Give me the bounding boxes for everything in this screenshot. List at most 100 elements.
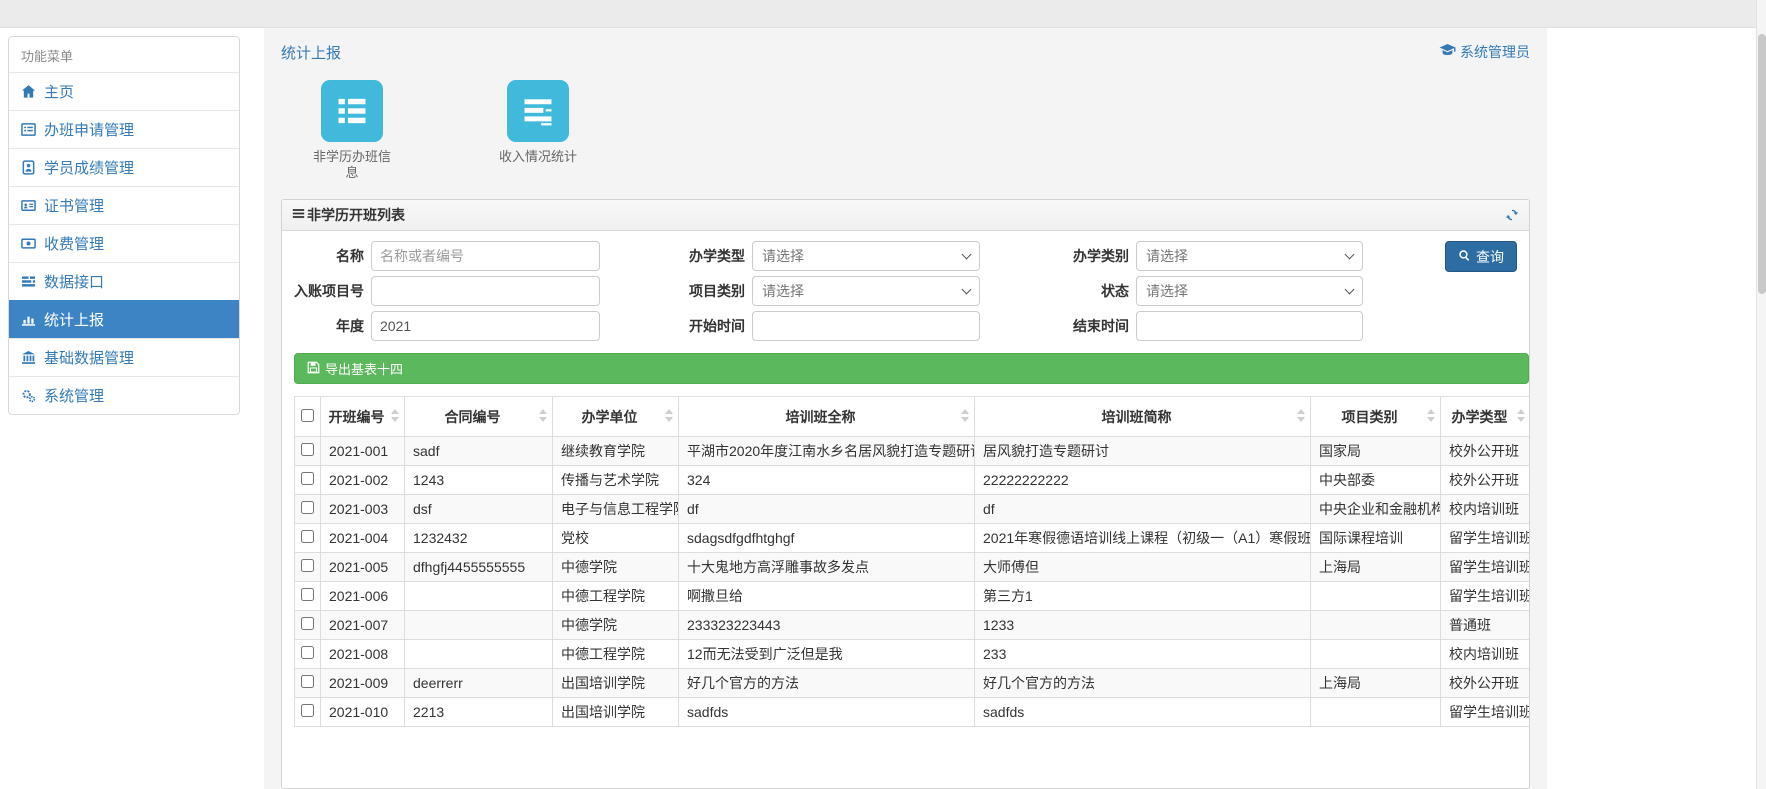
row-checkbox[interactable] xyxy=(301,704,314,717)
column-header-contract-no[interactable]: 合同编号 xyxy=(405,397,553,437)
column-header-project-type[interactable]: 项目类别 xyxy=(1311,397,1441,437)
money-icon xyxy=(21,236,37,252)
cell-short-name: 2021年寒假德语培训线上课程（初级一（A1）寒假班） xyxy=(975,524,1311,553)
column-label: 培训班全称 xyxy=(786,409,856,425)
cell-class-no: 2021-006 xyxy=(321,582,405,611)
cell-school-type: 校外公开班 xyxy=(1441,437,1530,466)
column-label: 培训班简称 xyxy=(1102,409,1172,425)
select-all-checkbox[interactable] xyxy=(301,409,314,422)
cell-short-name: 大师傅但 xyxy=(975,553,1311,582)
tile-list-icon xyxy=(321,80,383,142)
sidebar-item-1[interactable]: 办班申请管理 xyxy=(9,110,239,148)
row-checkbox[interactable] xyxy=(301,646,314,659)
user-menu[interactable]: 系统管理员 xyxy=(1439,42,1530,62)
filter-input-年度[interactable] xyxy=(371,311,600,341)
cell-contract-no: sadf xyxy=(405,437,553,466)
filter-input-结束时间[interactable] xyxy=(1136,311,1363,341)
sidebar-item-7[interactable]: 基础数据管理 xyxy=(9,338,239,376)
bar-chart-icon xyxy=(21,312,37,328)
sidebar-item-2[interactable]: 学员成绩管理 xyxy=(9,148,239,186)
row-checkbox[interactable] xyxy=(301,530,314,543)
row-checkbox[interactable] xyxy=(301,559,314,572)
sidebar-item-5[interactable]: 数据接口 xyxy=(9,262,239,300)
table-row: 2021-006中德工程学院啊撒旦给第三方1留学生培训班自费 xyxy=(295,582,1530,611)
row-checkbox[interactable] xyxy=(301,675,314,688)
refresh-icon[interactable] xyxy=(1505,208,1519,222)
column-header-school-type[interactable]: 办学类型 xyxy=(1441,397,1530,437)
row-checkbox[interactable] xyxy=(301,443,314,456)
shortcut-tile-0[interactable]: 非学历办班信息 xyxy=(309,80,395,181)
filter-input-名称[interactable] xyxy=(371,241,600,271)
shortcut-tile-1[interactable]: 收入情况统计 xyxy=(495,80,581,181)
sidebar-item-6[interactable]: 统计上报 xyxy=(9,300,239,338)
table-row: 2021-005dfhgfj4455555555中德学院十大鬼地方高浮雕事故多发… xyxy=(295,553,1530,582)
table-row: 2021-003dsf电子与信息工程学院dfdf中央企业和金融机构校内培训班自办 xyxy=(295,495,1530,524)
filter-label: 名称 xyxy=(282,246,371,266)
cell-school-type: 校内培训班 xyxy=(1441,495,1530,524)
cell-full-name: 233323223443 xyxy=(679,611,975,640)
column-header-full-name[interactable]: 培训班全称 xyxy=(679,397,975,437)
filter-input-入账项目号[interactable] xyxy=(371,276,600,306)
breadcrumb[interactable]: 统计上报 xyxy=(281,42,341,63)
row-select-cell xyxy=(295,466,321,495)
id-card-icon xyxy=(21,198,37,214)
column-header-class-no[interactable]: 开班编号 xyxy=(321,397,405,437)
cell-contract-no: 1232432 xyxy=(405,524,553,553)
scrollbar-thumb[interactable] xyxy=(1758,34,1766,294)
cell-unit: 电子与信息工程学院 xyxy=(553,495,679,524)
filter-input-开始时间[interactable] xyxy=(752,311,980,341)
search-icon xyxy=(1458,249,1471,265)
filter-select-办学类别[interactable]: 请选择 xyxy=(1136,241,1363,271)
class-list-panel: 非学历开班列表 查询 名称办学类型请选择办学类别请选择入账项目号项目类别请选择状… xyxy=(281,199,1530,789)
cell-project-type: 上海局 xyxy=(1311,669,1441,698)
sidebar-item-label: 办班申请管理 xyxy=(44,119,134,140)
table-row: 2021-0041232432党校sdagsdfgdfhtghgf2021年寒假… xyxy=(295,524,1530,553)
panel-body: 查询 名称办学类型请选择办学类别请选择入账项目号项目类别请选择状态请选择年度开始… xyxy=(282,231,1529,788)
cell-project-type xyxy=(1311,698,1441,727)
filter-select-项目类别[interactable]: 请选择 xyxy=(752,276,980,306)
column-header-short-name[interactable]: 培训班简称 xyxy=(975,397,1311,437)
cell-short-name: sadfds xyxy=(975,698,1311,727)
sidebar-title: 功能菜单 xyxy=(9,37,239,72)
sidebar-item-4[interactable]: 收费管理 xyxy=(9,224,239,262)
row-checkbox[interactable] xyxy=(301,472,314,485)
filter-row: 年度开始时间结束时间 xyxy=(282,311,1517,341)
row-select-cell xyxy=(295,611,321,640)
cell-full-name: 十大鬼地方高浮雕事故多发点 xyxy=(679,553,975,582)
filter-select-办学类型[interactable]: 请选择 xyxy=(752,241,980,271)
cell-class-no: 2021-009 xyxy=(321,669,405,698)
sidebar-item-label: 主页 xyxy=(44,81,74,102)
table-row: 2021-007中德学院2333232234431233普通班自办 xyxy=(295,611,1530,640)
sidebar-item-3[interactable]: 证书管理 xyxy=(9,186,239,224)
row-checkbox[interactable] xyxy=(301,501,314,514)
search-button[interactable]: 查询 xyxy=(1445,241,1517,272)
cell-unit: 出国培训学院 xyxy=(553,669,679,698)
column-header-unit[interactable]: 办学单位 xyxy=(553,397,679,437)
cell-contract-no: deerrerr xyxy=(405,669,553,698)
panel-header: 非学历开班列表 xyxy=(282,200,1529,231)
filter-label: 开始时间 xyxy=(600,316,752,336)
filter-label: 入账项目号 xyxy=(282,281,371,301)
chevron-down-icon xyxy=(962,249,972,259)
cell-short-name: 1233 xyxy=(975,611,1311,640)
sidebar-item-8[interactable]: 系统管理 xyxy=(9,376,239,414)
cell-school-type: 校外公开班 xyxy=(1441,669,1530,698)
filter-select-状态[interactable]: 请选择 xyxy=(1136,276,1363,306)
row-select-cell xyxy=(295,437,321,466)
cell-short-name: df xyxy=(975,495,1311,524)
row-checkbox[interactable] xyxy=(301,588,314,601)
row-checkbox[interactable] xyxy=(301,617,314,630)
sidebar-item-label: 基础数据管理 xyxy=(44,347,134,368)
sidebar-item-0[interactable]: 主页 xyxy=(9,72,239,110)
cell-contract-no xyxy=(405,640,553,669)
page-scrollbar[interactable] xyxy=(1756,0,1766,789)
table-row: 2021-0102213出国培训学院sadfdssadfds留学生培训班合作 xyxy=(295,698,1530,727)
cell-unit: 继续教育学院 xyxy=(553,437,679,466)
cell-class-no: 2021-007 xyxy=(321,611,405,640)
cell-full-name: 324 xyxy=(679,466,975,495)
sidebar-item-label: 数据接口 xyxy=(44,271,104,292)
cell-full-name: 12而无法受到广泛但是我 xyxy=(679,640,975,669)
export-button[interactable]: 导出基表十四 xyxy=(294,353,1529,384)
row-select-cell xyxy=(295,553,321,582)
selected-value: 请选择 xyxy=(762,281,804,301)
